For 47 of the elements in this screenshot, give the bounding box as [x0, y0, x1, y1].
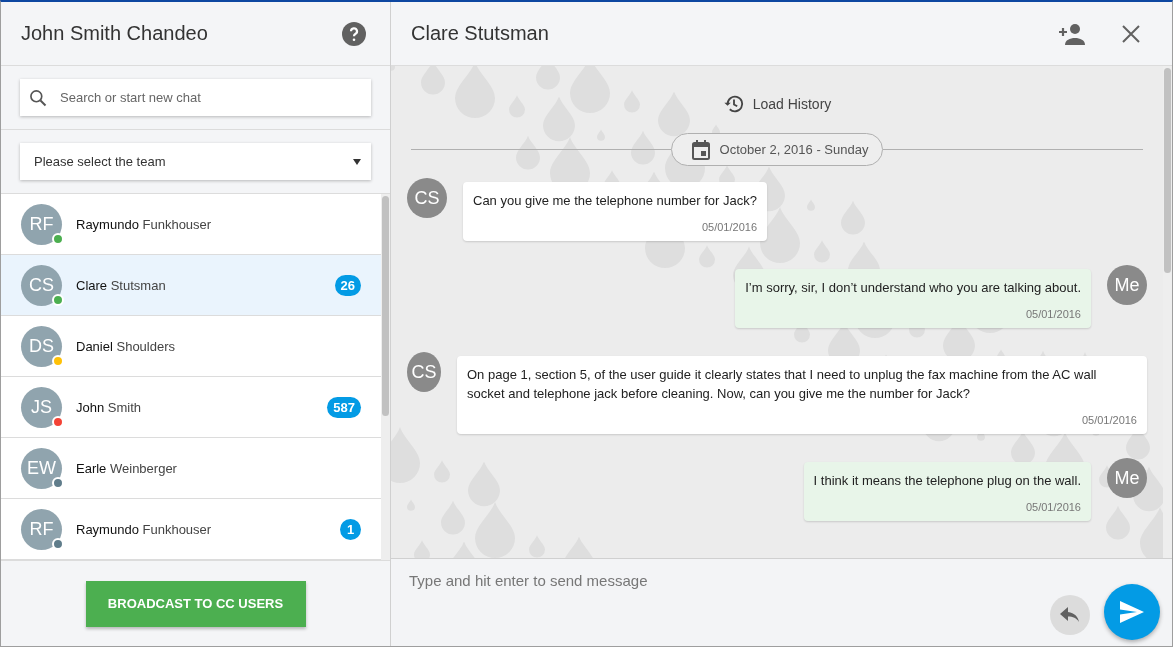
contact-name: Clare Stutsman	[76, 277, 167, 293]
reply-icon	[1060, 607, 1080, 623]
send-icon	[1120, 601, 1144, 623]
contact-avatar: RF	[21, 203, 62, 245]
load-history-button[interactable]: Load History	[716, 92, 838, 116]
contact-avatar: DS	[21, 325, 62, 367]
contact-avatar: JS	[21, 386, 62, 428]
contact-name: Raymundo Funkhouser	[76, 521, 213, 537]
contact-name: John Smith	[76, 399, 143, 415]
search-field[interactable]: Search or start new chat	[20, 79, 371, 116]
team-dropdown[interactable]: Please select the team	[20, 143, 371, 180]
history-icon	[722, 93, 745, 115]
contact-avatar: RF	[21, 508, 62, 550]
search-icon	[28, 87, 48, 108]
contact-row[interactable]: CS Clare Stutsman 26	[1, 255, 381, 316]
scrollbar-thumb[interactable]	[1164, 68, 1171, 273]
message-time: 05/01/2016	[1081, 414, 1137, 426]
contact-avatar: EW	[21, 447, 62, 489]
message-text: I think it means the telephone plug on the wall.	[813, 472, 1081, 490]
message-text: I’m sorry, sir, I don’t understand who you are talking about.	[745, 279, 1081, 297]
reply-button[interactable]	[1050, 595, 1090, 635]
message-avatar: CS	[407, 352, 441, 392]
message-time: 05/01/2016	[701, 221, 757, 233]
contact-avatar: CS	[21, 264, 62, 306]
message-avatar: CS	[407, 178, 447, 218]
close-icon[interactable]	[1120, 22, 1142, 45]
date-chip: October 2, 2016 - Sunday	[670, 133, 884, 166]
chat-title: Clare Stutsman	[411, 22, 549, 45]
unread-count: 1	[340, 518, 361, 540]
caret-icon	[353, 158, 361, 165]
message-avatar: Me	[1107, 265, 1147, 305]
message-text: Can you give me the telephone number for Jack?	[473, 192, 757, 210]
send-button[interactable]	[1104, 584, 1160, 640]
message-input[interactable]: Type and hit enter to send message	[407, 571, 1050, 590]
message-time: 05/01/2016	[1025, 501, 1081, 513]
unread-count: 587	[327, 396, 361, 418]
unread-count: 26	[334, 274, 361, 296]
contact-name: Daniel Shoulders	[76, 338, 177, 354]
user-name: John Smith Chandeo	[21, 22, 208, 45]
contact-name: Raymundo Funkhouser	[76, 216, 213, 232]
message-text: On page 1, section 5, of the user guide it clearly states that I need to unplug the fax machine from the AC wall socket and telephone jack before cleaning. Now, can you give me the number for Jack?	[467, 366, 1098, 403]
message-avatar: Me	[1107, 458, 1147, 498]
message-time: 05/01/2016	[1025, 308, 1081, 320]
contact-name: Earle Weinberger	[76, 460, 178, 476]
help-icon[interactable]	[340, 19, 368, 48]
scrollbar-thumb[interactable]	[382, 196, 389, 416]
calendar-icon	[691, 139, 710, 160]
